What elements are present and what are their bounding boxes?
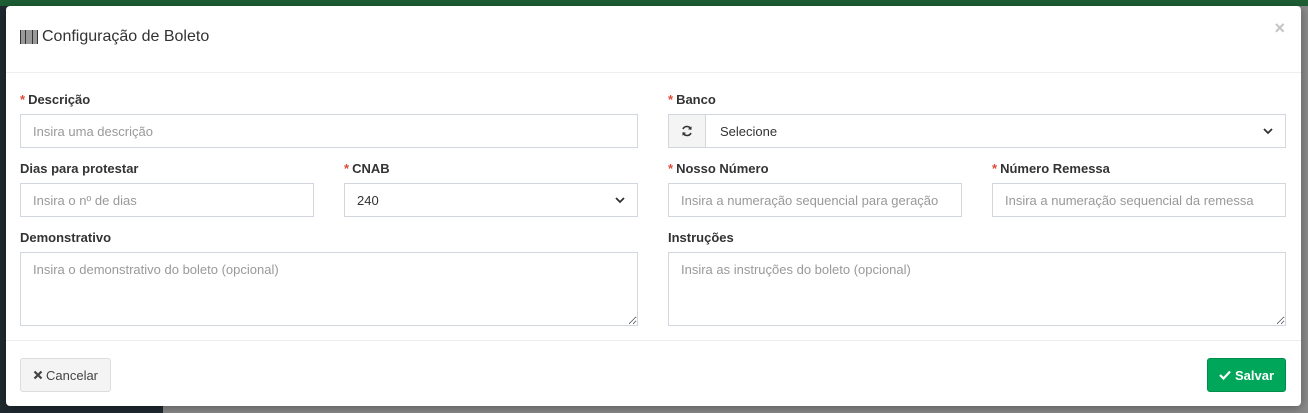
demonstrativo-label: Demonstrativo — [20, 230, 111, 245]
modal-header: Configuração de Boleto × — [6, 6, 1301, 73]
required-mark: * — [20, 92, 26, 107]
cnab-select[interactable]: 240 — [344, 183, 638, 217]
cnab-label-text: CNAB — [352, 161, 390, 176]
demonstrativo-label-text: Demonstrativo — [20, 230, 112, 245]
check-icon — [1219, 370, 1231, 380]
cancel-button[interactable]: Cancelar — [20, 358, 111, 392]
numero-remessa-label: * Número Remessa — [992, 161, 1110, 176]
dias-protestar-input[interactable] — [20, 183, 314, 217]
descricao-label-text: Descrição — [28, 92, 91, 107]
dias-protestar-label: Dias para protestar — [20, 161, 139, 176]
numero-remessa-input[interactable] — [992, 183, 1286, 217]
instrucoes-label: Instruções — [668, 230, 734, 245]
banco-select[interactable]: Selecione — [705, 114, 1286, 148]
nosso-numero-label: * Nosso Número — [668, 161, 769, 176]
instrucoes-textarea[interactable] — [668, 252, 1286, 326]
modal-title-text: Configuração de Boleto — [42, 28, 210, 45]
chevron-down-icon — [1263, 128, 1273, 135]
cnab-selected-value: 240 — [357, 192, 379, 208]
save-button-label: Salvar — [1234, 367, 1275, 383]
required-mark: * — [668, 161, 674, 176]
dias-protestar-label-text: Dias para protestar — [20, 161, 139, 176]
modal-footer: Cancelar Salvar — [6, 340, 1301, 406]
nosso-numero-label-text: Nosso Número — [676, 161, 769, 176]
required-mark: * — [668, 92, 674, 107]
modal-title: Configuração de Boleto — [20, 28, 209, 46]
cnab-label: * CNAB — [344, 161, 390, 176]
boleto-config-modal: Configuração de Boleto × *Descrição *Ban… — [6, 6, 1301, 406]
banco-selected-value: Selecione — [720, 123, 778, 139]
demonstrativo-textarea[interactable] — [20, 252, 638, 326]
close-button[interactable]: × — [1274, 18, 1285, 39]
instrucoes-label-text: Instruções — [668, 230, 734, 245]
banco-label: * Banco — [668, 92, 716, 107]
nosso-numero-input[interactable] — [668, 183, 962, 217]
required-mark: * — [992, 161, 998, 176]
required-mark: * — [344, 161, 350, 176]
times-icon — [33, 370, 43, 380]
descricao-label: * Descrição — [20, 92, 90, 107]
cancel-button-label: Cancelar — [45, 367, 99, 383]
banco-refresh-button[interactable] — [668, 114, 706, 148]
banco-label-text: Banco — [676, 92, 716, 107]
numero-remessa-label-text: Número Remessa — [1000, 161, 1110, 176]
chevron-down-icon — [615, 197, 625, 204]
barcode-icon — [20, 30, 38, 44]
save-button[interactable]: Salvar — [1207, 358, 1286, 392]
refresh-icon — [682, 125, 692, 137]
descricao-input[interactable] — [20, 114, 638, 148]
